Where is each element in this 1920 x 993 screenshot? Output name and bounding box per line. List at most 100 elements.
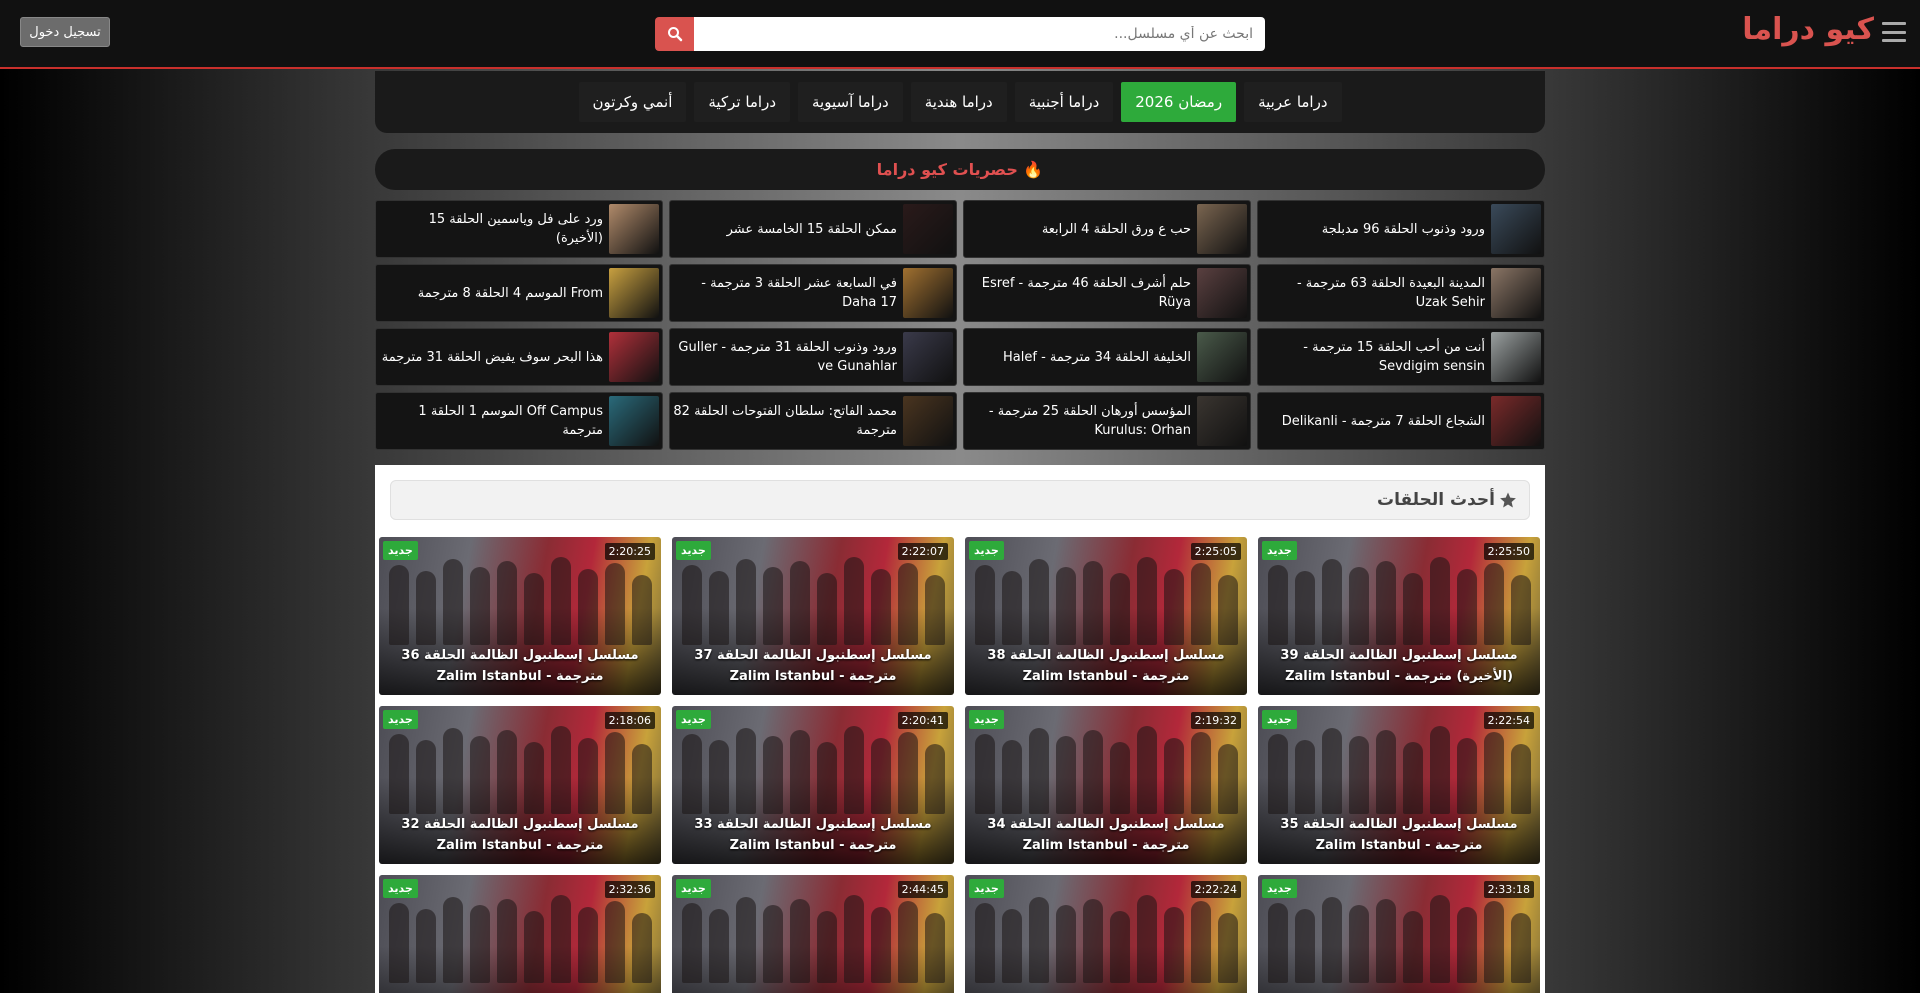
exclusive-title[interactable]: ورود وذنوب الحلقة 96 مدبلجة [1261,220,1485,239]
category-tab[interactable]: دراما تركية [694,82,791,122]
episode-title[interactable]: مسلسل إسطنبول الظالمة الحلقة 39 (الأخيرة… [1264,645,1534,687]
login-button[interactable]: تسجيل دخول [20,17,110,47]
exclusive-thumbnail[interactable] [903,332,953,382]
exclusive-title[interactable]: المؤسس أورهان الحلقة 25 مترجمة - Kurulus… [967,402,1191,440]
exclusive-title[interactable]: ورود وذنوب الحلقة 31 مترجمة - Guller ve … [673,338,897,376]
exclusive-item[interactable]: المدينة البعيدة الحلقة 63 مترجمة - Uzak … [1257,264,1545,322]
exclusive-item[interactable]: المؤسس أورهان الحلقة 25 مترجمة - Kurulus… [963,392,1251,450]
exclusive-thumbnail[interactable] [1491,204,1541,254]
exclusive-title[interactable]: الخليفة الحلقة 34 مترجمة - Halef [967,348,1191,367]
episode-thumbnail[interactable] [672,893,954,983]
episode-card[interactable]: 2:33:18جديدمسلسل إسطنبول الظالمة الحلقة … [1258,875,1540,993]
episode-duration: 2:22:07 [897,543,948,560]
episode-thumbnail[interactable] [965,724,1247,814]
exclusive-title[interactable]: المدينة البعيدة الحلقة 63 مترجمة - Uzak … [1261,274,1485,312]
exclusives-grid: ورود وذنوب الحلقة 96 مدبلجة حب ع ورق الحل… [375,200,1545,450]
episode-title[interactable]: مسلسل إسطنبول الظالمة الحلقة 37 مترجمة -… [678,645,948,687]
category-tab[interactable]: رمضان 2026 [1121,82,1237,122]
exclusive-title[interactable]: محمد الفاتح: سلطان الفتوحات الحلقة 82 مت… [673,402,897,440]
category-tab[interactable]: دراما أجنبية [1014,82,1114,122]
exclusive-item[interactable]: Off Campus الموسم 1 الحلقة 1 مترجمة [375,392,663,450]
new-badge: جديد [676,541,711,560]
exclusive-thumbnail[interactable] [609,332,659,382]
episode-card[interactable]: 2:44:45جديدمسلسل إسطنبول الظالمة الحلقة … [672,875,954,993]
episode-thumbnail[interactable] [1258,893,1540,983]
exclusive-title[interactable]: الشجاع الحلقة 7 مترجمة - Delikanli [1261,412,1485,431]
exclusive-thumbnail[interactable] [1491,332,1541,382]
exclusive-item[interactable]: في السابعة عشر الحلقة 3 مترجمة - Daha 17 [669,264,957,322]
exclusive-title[interactable]: هذا البحر سوف يفيض الحلقة 31 مترجمة [379,348,603,367]
episode-thumbnail[interactable] [1258,724,1540,814]
exclusive-title[interactable]: أنت من أحب الحلقة 15 مترجمة - Sevdigim s… [1261,338,1485,376]
episode-title[interactable]: مسلسل إسطنبول الظالمة الحلقة 38 مترجمة -… [971,645,1241,687]
exclusive-title[interactable]: Off Campus الموسم 1 الحلقة 1 مترجمة [379,402,603,440]
episode-thumbnail[interactable] [672,724,954,814]
exclusive-item[interactable]: حب ع ورق الحلقة 4 الرابعة [963,200,1251,258]
category-tab[interactable]: دراما هندية [910,82,1007,122]
exclusive-thumbnail[interactable] [609,396,659,446]
search-button[interactable] [655,17,694,51]
exclusive-item[interactable]: الخليفة الحلقة 34 مترجمة - Halef [963,328,1251,386]
episode-thumbnail[interactable] [379,555,661,645]
episode-card[interactable]: 2:22:07 جديد مسلسل إسطنبول الظالمة الحلقة … [672,537,954,695]
site-logo[interactable]: كيو دراما [1742,12,1874,47]
exclusive-thumbnail[interactable] [609,268,659,318]
exclusive-thumbnail[interactable] [903,396,953,446]
episode-card[interactable]: 2:32:36جديدمسلسل إسطنبول الظالمة الحلقة … [379,875,661,993]
exclusive-item[interactable]: حلم أشرف الحلقة 46 مترجمة - Esref Rüya [963,264,1251,322]
episode-title[interactable]: مسلسل إسطنبول الظالمة الحلقة 35 مترجمة -… [1264,814,1534,856]
episode-card[interactable]: 2:25:50 جديد مسلسل إسطنبول الظالمة الحلقة … [1258,537,1540,695]
new-badge: جديد [676,879,711,898]
category-tab[interactable]: أنمي وكرتون [578,82,687,122]
exclusive-title[interactable]: حب ع ورق الحلقة 4 الرابعة [967,220,1191,239]
exclusive-item[interactable]: From الموسم 4 الحلقة 8 مترجمة [375,264,663,322]
new-badge: جديد [1262,710,1297,729]
star-icon [1500,492,1516,508]
episode-card[interactable]: 2:19:32 جديد مسلسل إسطنبول الظالمة الحلقة … [965,706,1247,864]
episode-card[interactable]: 2:20:25 جديد مسلسل إسطنبول الظالمة الحلقة … [379,537,661,695]
exclusive-item[interactable]: ورود وذنوب الحلقة 31 مترجمة - Guller ve … [669,328,957,386]
episode-thumbnail[interactable] [379,724,661,814]
exclusive-item[interactable]: أنت من أحب الحلقة 15 مترجمة - Sevdigim s… [1257,328,1545,386]
exclusive-item[interactable]: ورد على فل وياسمين الحلقة 15 (الأخيرة) [375,200,663,258]
episode-thumbnail[interactable] [965,555,1247,645]
exclusive-thumbnail[interactable] [1197,332,1247,382]
hamburger-menu-icon[interactable] [1882,22,1906,42]
episode-thumbnail[interactable] [965,893,1247,983]
exclusive-item[interactable]: ممكن الحلقة 15 الخامسة عشر [669,200,957,258]
exclusive-item[interactable]: الشجاع الحلقة 7 مترجمة - Delikanli [1257,392,1545,450]
exclusive-item[interactable]: محمد الفاتح: سلطان الفتوحات الحلقة 82 مت… [669,392,957,450]
episode-card[interactable]: 2:22:24جديدمسلسل إسطنبول الظالمة الحلقة … [965,875,1247,993]
exclusive-thumbnail[interactable] [1197,268,1247,318]
exclusive-thumbnail[interactable] [903,268,953,318]
exclusive-thumbnail[interactable] [1491,396,1541,446]
exclusive-thumbnail[interactable] [609,204,659,254]
exclusive-title[interactable]: في السابعة عشر الحلقة 3 مترجمة - Daha 17 [673,274,897,312]
episode-title[interactable]: مسلسل إسطنبول الظالمة الحلقة 36 مترجمة -… [385,645,655,687]
episode-thumbnail[interactable] [379,893,661,983]
exclusive-thumbnail[interactable] [1197,396,1247,446]
exclusive-thumbnail[interactable] [903,204,953,254]
exclusive-title[interactable]: حلم أشرف الحلقة 46 مترجمة - Esref Rüya [967,274,1191,312]
exclusive-item[interactable]: ورود وذنوب الحلقة 96 مدبلجة [1257,200,1545,258]
episode-card[interactable]: 2:20:41 جديد مسلسل إسطنبول الظالمة الحلقة … [672,706,954,864]
episode-card[interactable]: 2:18:06 جديد مسلسل إسطنبول الظالمة الحلقة … [379,706,661,864]
search-icon [667,27,682,42]
episode-thumbnail[interactable] [1258,555,1540,645]
category-tab[interactable]: دراما عربية [1244,82,1342,122]
category-tab[interactable]: دراما آسيوية [798,82,903,122]
exclusive-title[interactable]: From الموسم 4 الحلقة 8 مترجمة [379,284,603,303]
latest-episodes-header: أحدث الحلقات [390,480,1530,520]
exclusive-item[interactable]: هذا البحر سوف يفيض الحلقة 31 مترجمة [375,328,663,386]
search-input[interactable] [694,17,1265,51]
exclusive-title[interactable]: ورد على فل وياسمين الحلقة 15 (الأخيرة) [379,210,603,248]
episode-card[interactable]: 2:25:05 جديد مسلسل إسطنبول الظالمة الحلقة … [965,537,1247,695]
exclusive-thumbnail[interactable] [1197,204,1247,254]
episode-thumbnail[interactable] [672,555,954,645]
exclusive-title[interactable]: ممكن الحلقة 15 الخامسة عشر [673,220,897,239]
exclusive-thumbnail[interactable] [1491,268,1541,318]
episode-title[interactable]: مسلسل إسطنبول الظالمة الحلقة 33 مترجمة -… [678,814,948,856]
episode-card[interactable]: 2:22:54 جديد مسلسل إسطنبول الظالمة الحلقة … [1258,706,1540,864]
episode-title[interactable]: مسلسل إسطنبول الظالمة الحلقة 34 مترجمة -… [971,814,1241,856]
episode-title[interactable]: مسلسل إسطنبول الظالمة الحلقة 32 مترجمة -… [385,814,655,856]
